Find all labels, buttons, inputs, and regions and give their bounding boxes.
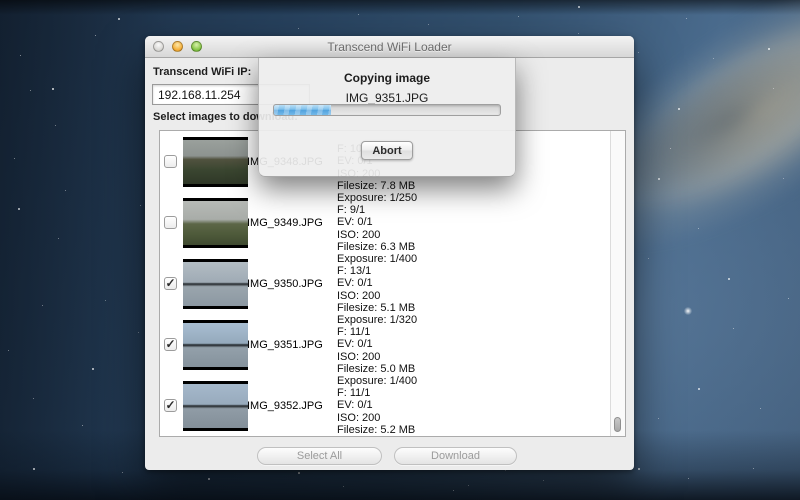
image-filename: IMG_9350.JPG (247, 278, 335, 290)
progress-fill (274, 105, 331, 115)
image-thumbnail (183, 137, 248, 187)
bright-star-icon (684, 307, 692, 315)
image-checkbox[interactable] (164, 277, 177, 290)
download-button[interactable]: Download (394, 447, 517, 465)
exif-line: Filesize: 5.2 MB (337, 424, 417, 436)
image-filename: IMG_9352.JPG (247, 400, 335, 412)
exif-line: F: 11/1 (337, 326, 417, 338)
app-window: Transcend WiFi Loader Transcend WiFi IP:… (145, 36, 634, 470)
exif-line: ISO: 200 (337, 351, 417, 363)
exif-line: ISO: 200 (337, 412, 417, 424)
scrollbar-track[interactable] (610, 131, 625, 436)
stars-layer-bright (0, 0, 2, 2)
thumbnail-picture (183, 262, 248, 306)
window-title: Transcend WiFi Loader (145, 40, 634, 54)
exif-line: Exposure: 1/400 (337, 252, 417, 264)
exif-line: Exposure: 1/400 (337, 374, 417, 386)
image-checkbox[interactable] (164, 216, 177, 229)
image-row: IMG_9351.JPG Exposure: 1/320F: 11/1EV: 0… (160, 314, 610, 375)
image-row: IMG_9350.JPG Exposure: 1/400F: 13/1EV: 0… (160, 253, 610, 314)
exif-line: EV: 0/1 (337, 338, 417, 350)
exif-line: F: 11/1 (337, 387, 417, 399)
wifi-ip-label: Transcend WiFi IP: (153, 66, 251, 78)
exif-line: EV: 0/1 (337, 216, 417, 228)
sheet-title: Copying image (259, 71, 515, 85)
exif-line: Exposure: 1/250 (337, 191, 417, 203)
exif-line: EV: 0/1 (337, 277, 417, 289)
image-thumbnail (183, 259, 248, 309)
image-thumbnail (183, 198, 248, 248)
copying-sheet: Copying image IMG_9351.JPG Abort (258, 58, 516, 177)
thumbnail-picture (183, 323, 248, 367)
scrollbar-thumb[interactable] (614, 417, 621, 432)
image-checkbox[interactable] (164, 399, 177, 412)
titlebar: Transcend WiFi Loader (145, 36, 634, 58)
image-exif: Exposure: 1/400F: 13/1EV: 0/1ISO: 200Fil… (337, 252, 417, 314)
image-thumbnail (183, 381, 248, 431)
image-checkbox[interactable] (164, 155, 177, 168)
exif-line: ISO: 200 (337, 290, 417, 302)
sheet-filename: IMG_9351.JPG (259, 91, 515, 105)
image-exif: Exposure: 1/250F: 9/1EV: 0/1ISO: 200File… (337, 191, 417, 253)
image-exif: Exposure: 1/320F: 11/1EV: 0/1ISO: 200Fil… (337, 313, 417, 375)
thumbnail-picture (183, 201, 248, 245)
exif-line: F: 13/1 (337, 265, 417, 277)
image-checkbox[interactable] (164, 338, 177, 351)
progress-bar (273, 104, 501, 116)
image-thumbnail (183, 320, 248, 370)
image-row: IMG_9352.JPG Exposure: 1/400F: 11/1EV: 0… (160, 375, 610, 436)
desktop-wallpaper: Transcend WiFi Loader Transcend WiFi IP:… (0, 0, 800, 500)
image-row: IMG_9349.JPG Exposure: 1/250F: 9/1EV: 0/… (160, 192, 610, 253)
select-all-button[interactable]: Select All (257, 447, 382, 465)
abort-button[interactable]: Abort (361, 141, 413, 160)
thumbnail-picture (183, 140, 248, 184)
image-filename: IMG_9349.JPG (247, 217, 335, 229)
exif-line: Exposure: 1/320 (337, 313, 417, 325)
image-filename: IMG_9351.JPG (247, 339, 335, 351)
thumbnail-picture (183, 384, 248, 428)
exif-line: ISO: 200 (337, 229, 417, 241)
exif-line: F: 9/1 (337, 204, 417, 216)
image-exif: Exposure: 1/400F: 11/1EV: 0/1ISO: 200Fil… (337, 374, 417, 436)
exif-line: EV: 0/1 (337, 399, 417, 411)
